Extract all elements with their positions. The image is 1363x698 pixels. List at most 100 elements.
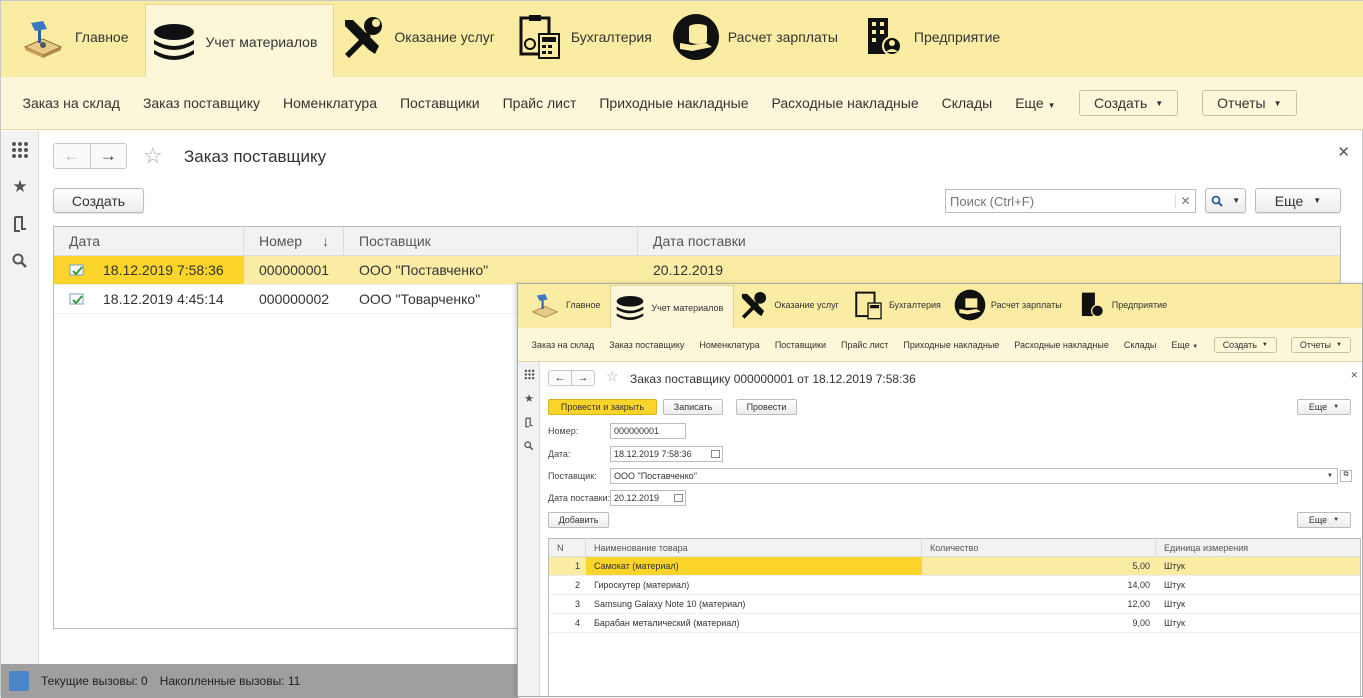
search-options-button[interactable]: ▼ — [1205, 188, 1246, 213]
column-header-date[interactable]: Дата — [54, 227, 244, 255]
more-label: Еще — [1308, 515, 1328, 525]
post-button[interactable]: Провести — [736, 399, 797, 415]
calendar-icon[interactable] — [674, 494, 683, 502]
nav-more-menu[interactable]: Еще ▼ — [1164, 340, 1206, 350]
column-header-name[interactable]: Наименование товара — [586, 539, 922, 556]
section-label: Оказание услуг — [394, 28, 495, 45]
cell-n: 2 — [574, 580, 580, 590]
table-row[interactable]: 4 Барабан металический (материал) 9,00 Ш… — [549, 614, 1360, 633]
posted-document-icon — [69, 293, 85, 306]
column-header-delivery[interactable]: Дата поставки — [638, 227, 1340, 255]
column-header-supplier[interactable]: Поставщик — [344, 227, 638, 255]
number-field[interactable]: 000000001 — [610, 423, 686, 439]
section-services[interactable]: Оказание услуг — [734, 284, 849, 326]
section-main[interactable]: Главное — [15, 1, 145, 72]
nav-warehouses[interactable]: Склады — [930, 95, 1004, 111]
section-label: Главное — [566, 300, 601, 310]
nav-receipts[interactable]: Приходные накладные — [896, 340, 1007, 350]
nav-order-warehouse[interactable]: Заказ на склад — [524, 340, 602, 350]
favorites-star-icon[interactable]: ★ — [1, 168, 39, 205]
cell-number: 000000001 — [259, 262, 330, 278]
section-main[interactable]: Главное — [526, 284, 610, 326]
caret-down-icon: ▼ — [1333, 404, 1340, 410]
history-icon[interactable] — [518, 410, 540, 434]
building-icon — [858, 13, 906, 61]
favorite-star-icon[interactable]: ☆ — [143, 143, 163, 169]
date-field[interactable]: 18.12.2019 7:58:36 — [610, 446, 723, 462]
nav-reports-button[interactable]: Отчеты ▼ — [1202, 90, 1297, 116]
nav-expenses[interactable]: Расходные накладные — [1007, 340, 1117, 350]
section-services[interactable]: Оказание услуг — [334, 1, 511, 72]
nav-supplier-order[interactable]: Заказ поставщику — [602, 340, 692, 350]
forward-arrow-icon[interactable]: → — [572, 371, 594, 385]
nav-reports-button[interactable]: Отчеты ▼ — [1290, 336, 1351, 353]
add-button[interactable]: Добавить — [548, 512, 609, 528]
nav-suppliers[interactable]: Поставщики — [767, 340, 833, 350]
back-arrow-icon[interactable]: ← — [54, 144, 91, 168]
current-calls: Текущие вызовы: 0 — [41, 674, 148, 688]
caret-down-icon[interactable]: ▼ — [1327, 473, 1333, 479]
network-computers-icon[interactable] — [9, 671, 29, 691]
nav-order-warehouse[interactable]: Заказ на склад — [11, 95, 131, 111]
back-arrow-icon[interactable]: ← — [549, 371, 572, 385]
column-label: Номер — [259, 233, 303, 249]
section-materials[interactable]: Учет материалов — [144, 4, 335, 79]
nav-warehouses[interactable]: Склады — [1116, 340, 1164, 350]
post-and-close-button[interactable]: Провести и закрыть — [548, 399, 657, 415]
more-button[interactable]: Еще ▼ — [1255, 188, 1341, 213]
nav-receipts[interactable]: Приходные накладные — [588, 95, 760, 111]
calendar-icon[interactable] — [711, 450, 720, 458]
close-icon[interactable]: ✕ — [1350, 370, 1358, 381]
column-header-n[interactable]: N — [549, 539, 586, 556]
table-row[interactable]: 1 Самокат (материал) 5,00 Штук — [549, 557, 1360, 576]
table-row[interactable]: 3 Samsung Galaxy Note 10 (материал) 12,0… — [549, 595, 1360, 614]
nav-expenses[interactable]: Расходные накладные — [760, 95, 930, 111]
favorites-star-icon[interactable]: ★ — [518, 386, 540, 410]
more-button[interactable]: Еще ▼ — [1297, 399, 1351, 415]
open-icon[interactable]: ⧉ — [1340, 470, 1352, 482]
posted-document-icon — [69, 264, 85, 277]
nav-price-list[interactable]: Прайс лист — [834, 340, 896, 350]
nav-nomenclature[interactable]: Номенклатура — [692, 340, 767, 350]
section-accounting[interactable]: Бухгалтерия — [511, 1, 668, 72]
table-row[interactable]: 18.12.2019 7:58:36 000000001 ООО "Постав… — [54, 256, 1340, 285]
close-icon[interactable]: ✕ — [1337, 143, 1350, 161]
table-row[interactable]: 2 Гироскутер (материал) 14,00 Штук — [549, 576, 1360, 595]
coins-hand-icon — [953, 288, 987, 322]
column-header-unit[interactable]: Единица измерения — [1156, 539, 1360, 556]
section-salary[interactable]: Расчет зарплаты — [951, 284, 1072, 326]
create-button[interactable]: Создать — [53, 188, 144, 213]
search-input[interactable] — [946, 193, 1175, 209]
section-enterprise[interactable]: Предприятие — [1072, 284, 1177, 326]
history-icon[interactable] — [1, 205, 39, 242]
document-window: Главное Учет материалов Оказание услуг Б… — [517, 283, 1363, 697]
supplier-field[interactable]: ООО "Поставченко" ▼ — [610, 468, 1338, 484]
nav-supplier-order[interactable]: Заказ поставщику — [131, 95, 271, 111]
nav-create-button[interactable]: Создать ▼ — [1079, 90, 1179, 116]
nav-nomenclature[interactable]: Номенклатура — [272, 95, 389, 111]
forward-arrow-icon[interactable]: → — [91, 144, 127, 168]
save-button[interactable]: Записать — [663, 399, 723, 415]
grid-menu-icon[interactable] — [518, 362, 540, 386]
nav-price-list[interactable]: Прайс лист — [491, 95, 588, 111]
grid-menu-icon[interactable] — [1, 131, 39, 168]
section-enterprise[interactable]: Предприятие — [854, 1, 1016, 72]
nav-suppliers[interactable]: Поставщики — [388, 95, 491, 111]
delivery-date-field[interactable]: 20.12.2019 — [610, 490, 686, 506]
section-materials[interactable]: Учет материалов — [610, 285, 735, 329]
column-header-number[interactable]: Номер ↓ — [244, 227, 344, 255]
nav-create-button[interactable]: Создать ▼ — [1213, 336, 1277, 353]
table-more-button[interactable]: Еще ▼ — [1297, 512, 1351, 528]
coins-hand-icon — [672, 13, 720, 61]
section-accounting[interactable]: Бухгалтерия — [849, 284, 951, 326]
clear-search-icon[interactable]: ✕ — [1175, 194, 1195, 208]
search-icon[interactable] — [1, 242, 39, 279]
favorite-star-icon[interactable]: ☆ — [606, 368, 619, 385]
column-header-qty[interactable]: Количество — [922, 539, 1156, 556]
nav-more-menu[interactable]: Еще ▼ — [1004, 95, 1067, 111]
section-salary[interactable]: Расчет зарплаты — [668, 1, 854, 72]
delivery-label: Дата поставки: — [548, 493, 611, 503]
search-icon[interactable] — [518, 434, 540, 458]
caret-down-icon: ▼ — [1335, 341, 1342, 348]
layers-icon — [613, 291, 647, 325]
